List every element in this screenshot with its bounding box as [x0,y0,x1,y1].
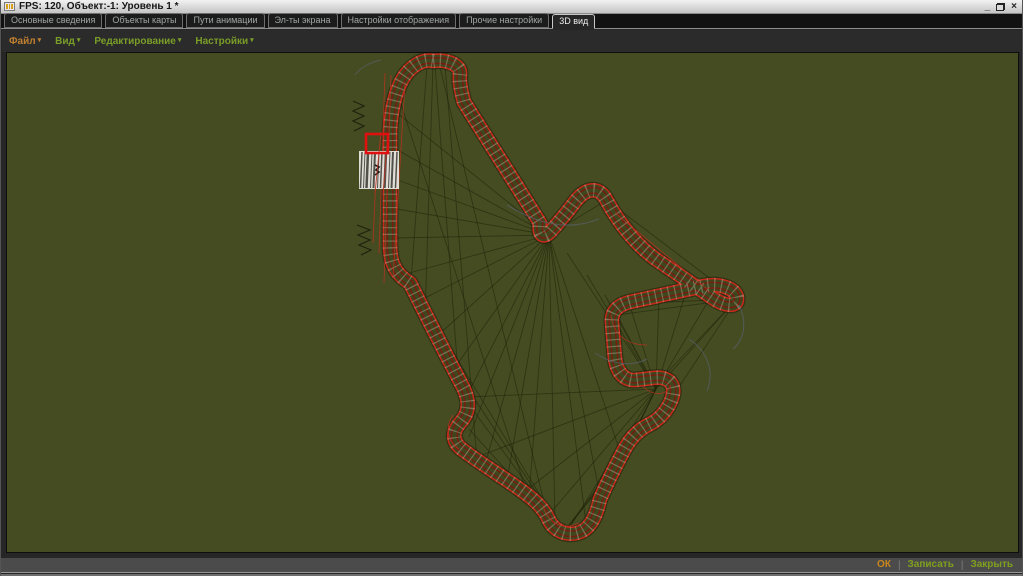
app-window: FPS: 120, Объект:-1: Уровень 1 * _ × Осн… [0,0,1023,576]
wireframe-line [463,235,549,403]
wireframe-line [485,235,549,465]
wireframe-line [411,65,427,281]
app-icon [4,2,15,11]
restore-icon[interactable] [996,3,1005,11]
menu-item-label: Вид [55,36,75,47]
menu-item-2[interactable]: Редактирование▾ [94,36,181,47]
tab-4[interactable]: Настройки отображения [341,13,457,28]
menu-item-label: Редактирование [94,36,175,47]
wireframe-line [507,235,549,481]
wireframe-line [392,235,549,238]
wireframe-line [529,235,549,497]
wireframe-line [549,235,587,531]
wireframe-line [549,235,601,501]
3d-viewport[interactable] [6,52,1019,553]
tab-bar: Основные сведенияОбъекты картыПути анима… [1,14,1022,29]
chevron-down-icon: ▾ [77,37,81,44]
footer-separator: | [898,560,901,571]
close-icon[interactable]: × [1011,2,1017,12]
menu-item-label: Настройки [195,36,248,47]
minimize-icon[interactable]: _ [985,2,991,12]
footer-bar: ОК | Записать | Закрыть [1,556,1022,573]
aux-gray-curve [355,60,381,75]
title-bar[interactable]: FPS: 120, Объект:-1: Уровень 1 * _ × [1,0,1022,14]
close-button[interactable]: Закрыть [970,558,1013,572]
tab-0[interactable]: Основные сведения [4,13,102,28]
window-title: FPS: 120, Объект:-1: Уровень 1 * [19,0,179,13]
menu-item-0[interactable]: Файл▾ [9,36,41,47]
menu-item-label: Файл [9,36,36,47]
wireframe-line [469,235,549,437]
track-outer-red-line [390,61,737,534]
tab-5[interactable]: Прочие настройки [459,13,549,28]
save-button[interactable]: Записать [908,558,954,572]
chevron-down-icon: ▾ [38,37,42,44]
footer-separator: | [961,560,964,571]
tab-6[interactable]: 3D вид [552,14,595,29]
chevron-down-icon: ▾ [178,37,182,44]
tab-1[interactable]: Объекты карты [105,13,183,28]
ok-button[interactable]: ОК [877,558,891,572]
window-controls: _ × [985,2,1019,12]
menu-bar: Файл▾Вид▾Редактирование▾Настройки▾ [2,30,1021,52]
grid-texture-stripe [367,152,369,188]
chevron-down-icon: ▾ [250,37,254,44]
tab-2[interactable]: Пути анимации [186,13,264,28]
menu-item-3[interactable]: Настройки▾ [195,36,253,47]
tab-3[interactable]: Эл-ты экрана [268,13,338,28]
curb-zigzag [357,225,371,255]
curb-zigzag [353,101,364,131]
wireframe-line [419,235,549,301]
aux-red-line [615,213,707,289]
menu-item-1[interactable]: Вид▾ [55,36,80,47]
